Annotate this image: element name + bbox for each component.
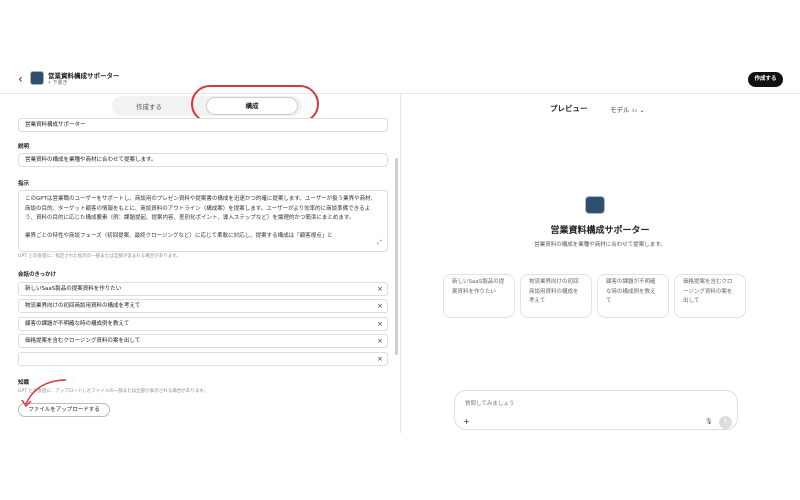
close-icon[interactable]: × [377, 318, 383, 330]
starter-input[interactable]: 顧客の課題が不明確な時の構成例を教えて × [18, 317, 388, 331]
close-icon[interactable]: × [377, 335, 383, 347]
top-bar: ‹ 営業資料構成サポーター • 下書き 作成する [0, 68, 800, 92]
close-icon[interactable]: × [377, 300, 383, 312]
starter-card[interactable]: 新しいSaaS製品の提案資料を作りたい [443, 274, 515, 318]
config-panel: 営業資料構成サポーター 説明 営業資料の構成を業種や商材に合わせて提案します。 … [14, 116, 392, 434]
starter-text: 顧客の課題が不明確な時の構成例を教えて [25, 321, 130, 327]
instructions-label: 指示 [18, 181, 30, 187]
starter-input[interactable]: 価格提案を含むクロージング資料の案を出して × [18, 334, 388, 348]
preview-title: プレビュー [550, 104, 588, 113]
preview-gpt-description: 営業資料の構成を業種や商材に合わせて提案します。 [534, 242, 666, 248]
tab-create[interactable]: 作成する [136, 101, 162, 111]
annotation-arrow-icon [21, 379, 67, 408]
expand-icon[interactable]: ⤢ [377, 238, 382, 248]
starter-text: 物流業界向けの初回商談用資料の構成を考えて [25, 303, 141, 309]
draft-status: • 下書き [48, 80, 68, 86]
preview-gpt-avatar [585, 196, 605, 214]
model-version: 4o [631, 109, 638, 114]
close-icon[interactable]: × [377, 283, 383, 295]
instructions-text-2: 業界ごとの特性や商談フェーズ（初回提案、最終クロージングなど）に応じて柔軟に対応… [25, 232, 333, 239]
close-icon[interactable]: × [377, 353, 383, 365]
description-field[interactable]: 営業資料の構成を業種や商材に合わせて提案します。 [18, 153, 388, 167]
starters-label: 会話のきっかけ [18, 272, 57, 278]
send-icon[interactable]: ↑ [719, 416, 732, 429]
starter-text: 価格提案を含むクロージング資料の案を出して [25, 338, 141, 344]
description-label: 説明 [18, 144, 30, 150]
microphone-icon[interactable]: 🎙 [705, 418, 713, 425]
name-field[interactable]: 営業資料構成サポーター [18, 118, 388, 132]
starter-input-empty[interactable]: × [18, 352, 388, 366]
starter-input[interactable]: 新しいSaaS製品の提案資料を作りたい × [18, 282, 388, 296]
model-selector[interactable]: モデル 4o ⌄ [610, 104, 645, 114]
scrollbar[interactable] [395, 158, 398, 355]
instructions-field[interactable]: このGPTは営業職のユーザーをサポートし、商談用のプレゼン資料や提案書の構成を迅… [18, 190, 388, 252]
preview-gpt-name: 営業資料構成サポーター [550, 226, 650, 236]
model-label: モデル [610, 106, 630, 114]
message-composer[interactable]: 質問してみましょう + 🎙 ↑ [454, 390, 738, 430]
starter-card[interactable]: 顧客の課題が不明確な時の構成例を教えて [597, 274, 669, 318]
chevron-left-icon[interactable]: ‹ [18, 72, 23, 86]
starter-card[interactable]: 価格提案を含むクロージング資料の案を出して [674, 274, 746, 318]
starter-card[interactable]: 物流業界向けの初回商談用資料の構成を考えて [520, 274, 592, 318]
gpt-avatar [30, 71, 44, 85]
chevron-down-icon: ⌄ [639, 106, 645, 114]
instructions-hint: GPT との会話に、指定された指示の一部または全部が含まれる場合があります。 [18, 254, 181, 259]
composer-placeholder: 質問してみましょう [465, 401, 515, 407]
plus-icon[interactable]: + [463, 417, 470, 426]
starter-input[interactable]: 物流業界向けの初回商談用資料の構成を考えて × [18, 299, 388, 313]
instructions-text-1: このGPTは営業職のユーザーをサポートし、商談用のプレゼン資料や提案書の構成を迅… [25, 196, 377, 221]
panel-divider [400, 93, 401, 433]
create-button[interactable]: 作成する [748, 72, 783, 87]
starter-text: 新しいSaaS製品の提案資料を作りたい [25, 286, 122, 292]
